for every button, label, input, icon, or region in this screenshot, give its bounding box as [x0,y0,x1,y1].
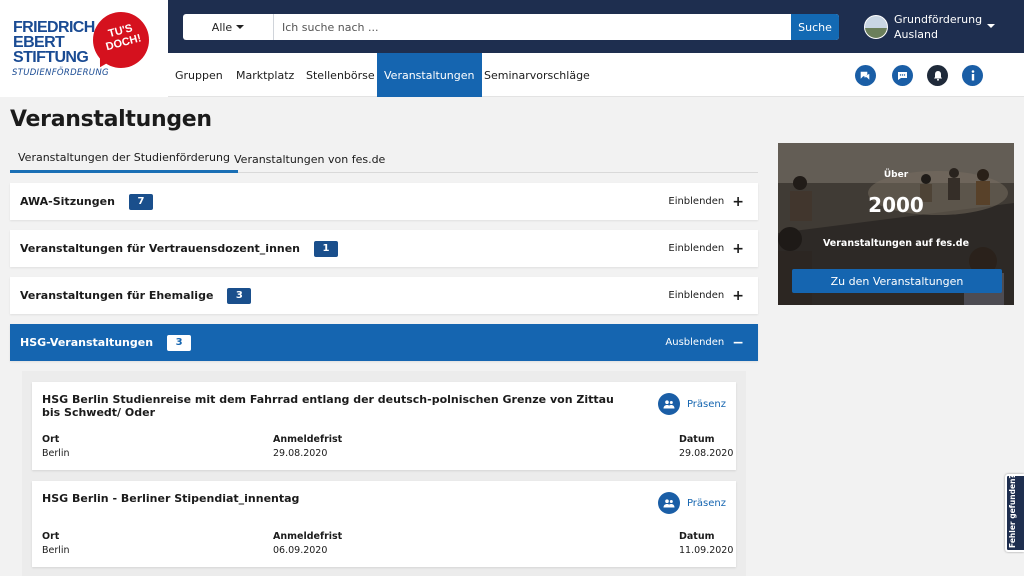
tab-bar: Veranstaltungen der Studienförderung Ver… [10,145,758,173]
count-badge: 7 [128,193,153,210]
nav-item-seminarvorschlaege[interactable]: Seminarvorschläge [477,53,597,97]
accordion-title-text: Veranstaltungen für Ehemalige [20,289,214,302]
accordion-ehemalige[interactable]: Veranstaltungen für Ehemalige 3 Einblend… [10,277,758,314]
search-scope-select[interactable]: Alle [183,14,274,40]
accordion-title-text: AWA-Sitzungen [20,195,115,208]
accordion-title: AWA-Sitzungen 7 [20,183,153,220]
main-nav: Gruppen Marktplatz Stellenbörse Veransta… [168,53,1024,97]
logo-line-2: EBERT [13,34,65,51]
ort-label: Ort [42,434,60,445]
chat-icon[interactable] [855,65,876,86]
nav-item-gruppen[interactable]: Gruppen [168,53,230,97]
event-type-label: Präsenz [686,497,726,509]
event-type-label: Präsenz [686,398,726,410]
user-menu[interactable]: Grundförderung Ausland [864,12,1014,42]
message-icon-glyph [898,71,907,80]
event-type: Präsenz [657,393,726,415]
anmeldefrist-label: Anmeldefrist [273,434,343,445]
search-input[interactable] [274,14,790,40]
event-title[interactable]: HSG Berlin - Berliner Stipendiat_innenta… [42,492,617,505]
bell-icon[interactable] [927,65,948,86]
bell-icon-glyph [933,71,942,81]
tab-studienfoerderung[interactable]: Veranstaltungen der Studienförderung [10,145,238,173]
count-badge: 3 [167,334,192,351]
count-badge: 1 [314,240,339,257]
datum-label: Datum [679,434,715,445]
logo[interactable]: FRIEDRICH EBERT STIFTUNG STUDIENFÖRDERUN… [0,0,168,97]
accordion-toggle-label: Einblenden [668,243,725,254]
promo-events-button[interactable]: Zu den Veranstaltungen [792,269,1002,293]
logo-wordmark: FRIEDRICH EBERT STIFTUNG [13,19,95,66]
search-button[interactable]: Suche [791,14,839,40]
accordion-toggle-label: Einblenden [668,290,725,301]
caret-down-icon [236,25,245,29]
accordion-vertrauensdozenten[interactable]: Veranstaltungen für Vertrauensdozent_inn… [10,230,758,267]
accordion-title: Veranstaltungen für Ehemalige 3 [20,277,252,314]
info-icon[interactable] [962,65,983,86]
accordion-title: Veranstaltungen für Vertrauensdozent_inn… [20,230,339,267]
group-icon [657,393,680,415]
nav-item-veranstaltungen[interactable]: Veranstaltungen [377,53,482,97]
accordion-awa-sitzungen[interactable]: AWA-Sitzungen 7 Einblenden + [10,183,758,220]
accordion-toggle-label: Einblenden [668,196,725,207]
accordion-title-text: Veranstaltungen für Vertrauensdozent_inn… [20,242,301,255]
anmeldefrist-label: Anmeldefrist [273,531,343,542]
logo-line-1: FRIEDRICH [13,19,95,36]
search-scope-label: Alle [211,20,233,34]
anmeldefrist-value: 29.08.2020 [273,448,328,459]
plus-icon: + [732,287,744,304]
message-icon[interactable] [892,65,913,86]
accordion-hsg-veranstaltungen[interactable]: HSG-Veranstaltungen 3 Ausblenden − [10,324,758,361]
group-icon-glyph [663,498,675,507]
feedback-tab[interactable]: Fehler gefunden? [1005,474,1024,552]
anmeldefrist-value: 06.09.2020 [273,545,328,556]
chat-icon-glyph [860,71,870,80]
avatar [864,15,888,39]
datum-value: 29.08.2020 [679,448,734,459]
event-type: Präsenz [657,492,726,514]
accordion-toggle[interactable]: Ausblenden − [665,324,744,361]
count-badge: 3 [227,287,252,304]
datum-value: 11.09.2020 [679,545,734,556]
feedback-label: Fehler gefunden? [1008,474,1017,548]
plus-icon: + [732,193,744,210]
nav-item-stellenboerse[interactable]: Stellenbörse [299,53,382,97]
accordion-toggle[interactable]: Einblenden + [668,230,744,267]
search-bar: Alle Suche [183,14,839,40]
accordion-title-text: HSG-Veranstaltungen [20,336,154,349]
logo-subtitle: STUDIENFÖRDERUNG [12,68,109,78]
minus-icon: − [732,334,744,351]
group-icon-glyph [663,399,675,408]
fes-promo-banner: Über 2000 Veranstaltungen auf fes.de Zu … [778,143,1014,305]
accordion-toggle[interactable]: Einblenden + [668,277,744,314]
ort-value: Berlin [42,545,70,556]
promo-over-label: Über [883,170,909,180]
info-icon-glyph [971,70,974,81]
tab-fes-de[interactable]: Veranstaltungen von fes.de [226,145,393,173]
promo-count: 2000 [868,193,924,217]
event-card[interactable]: HSG Berlin Studienreise mit dem Fahrrad … [32,382,736,470]
logo-line-3: STIFTUNG [13,49,89,66]
user-name: Grundförderung Ausland [894,13,983,41]
group-icon [657,492,680,514]
promo-subtitle: Veranstaltungen auf fes.de [822,238,970,249]
nav-item-marktplatz[interactable]: Marktplatz [229,53,301,97]
ort-label: Ort [42,531,60,542]
accordion-title: HSG-Veranstaltungen 3 [20,324,192,361]
caret-down-icon [987,24,995,28]
event-title[interactable]: HSG Berlin Studienreise mit dem Fahrrad … [42,393,617,419]
accordion-toggle-label: Ausblenden [665,337,725,348]
page-title: Veranstaltungen [10,107,212,132]
event-card[interactable]: HSG Berlin - Berliner Stipendiat_innenta… [32,481,736,567]
accordion-toggle[interactable]: Einblenden + [668,183,744,220]
ort-value: Berlin [42,448,70,459]
datum-label: Datum [679,531,715,542]
plus-icon: + [732,240,744,257]
